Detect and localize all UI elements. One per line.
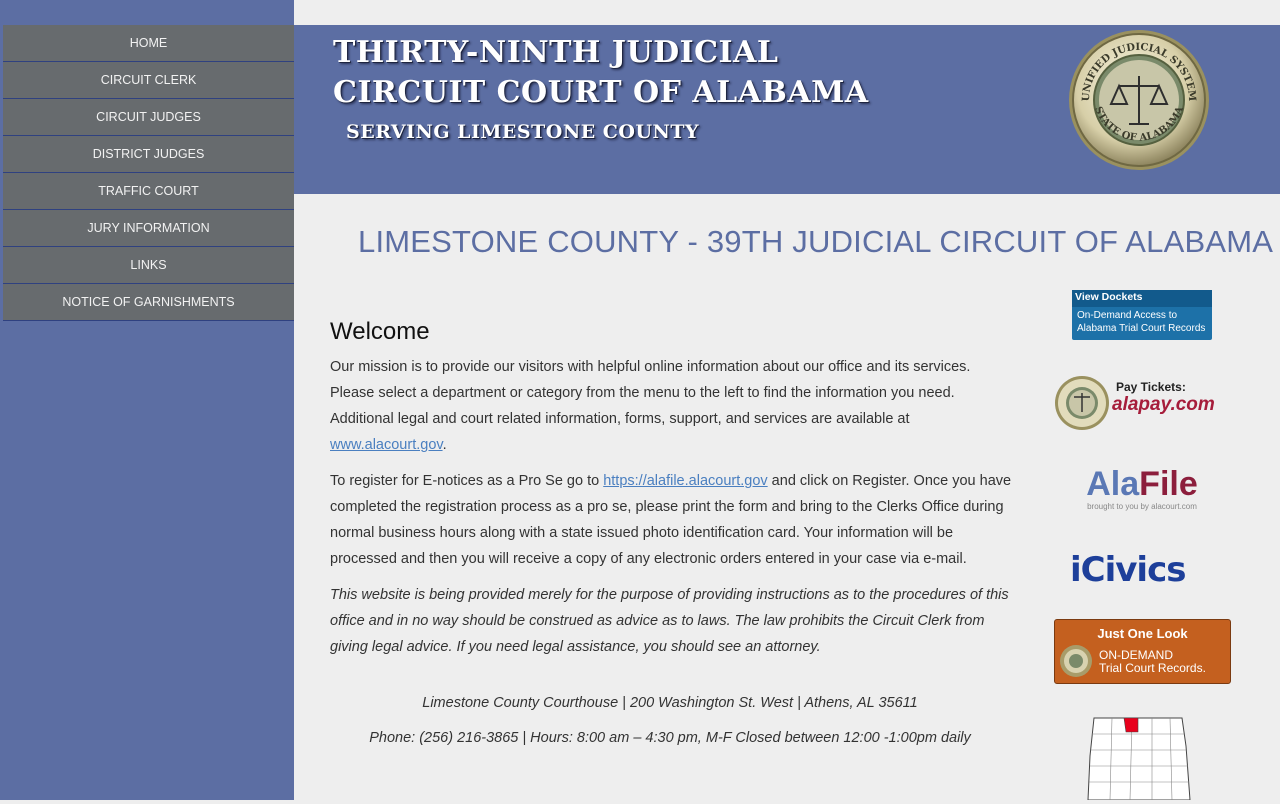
nav-label: HOME <box>129 36 168 50</box>
welcome-section: Welcome Our mission is to provide our vi… <box>330 318 1014 670</box>
register-text: To register for E-notices as a Pro Se go… <box>330 473 604 489</box>
welcome-heading: Welcome <box>330 318 430 345</box>
alafile-tagline: brought to you by alacourt.com <box>1087 502 1197 511</box>
alapay-seal-icon <box>1055 376 1109 430</box>
view-dockets-subtitle: On-Demand Access to Alabama Trial Court … <box>1077 310 1206 334</box>
just-one-look-title: Just One Look <box>1097 626 1188 641</box>
courthouse-address: Limestone County Courthouse | 200 Washin… <box>422 695 918 711</box>
just-one-look-seal-icon <box>1060 645 1092 677</box>
banner-subtitle: SERVING LIMESTONE COUNTY <box>346 121 700 143</box>
mission-text: Our mission is to provide our visitors w… <box>330 359 971 427</box>
nav-links[interactable]: LINKS <box>3 247 294 284</box>
view-dockets-title: View Dockets <box>1072 290 1212 307</box>
alabama-county-map-link[interactable] <box>1086 716 1196 801</box>
nav-label: DISTRICT JUDGES <box>92 147 205 161</box>
alafile-wordmark: AlaFile <box>1072 466 1212 502</box>
nav-label: CIRCUIT JUDGES <box>96 110 201 124</box>
banner-title-line1: THIRTY-NINTH JUDICIAL <box>333 35 779 70</box>
icivics-logo-link[interactable]: iCivics <box>1070 552 1214 588</box>
alafile-wordmark-file: File <box>1139 465 1198 503</box>
just-one-look-subtitle: ON-DEMAND Trial Court Records. <box>1099 649 1206 675</box>
nav-label: LINKS <box>130 258 167 272</box>
nav-district-judges[interactable]: DISTRICT JUDGES <box>3 136 294 173</box>
view-dockets-link[interactable]: View Dockets On-Demand Access to Alabama… <box>1072 290 1212 340</box>
nav-label: CIRCUIT CLERK <box>100 73 197 87</box>
main-nav: HOME CIRCUIT CLERK CIRCUIT JUDGES DISTRI… <box>3 25 294 321</box>
phone-hours: Phone: (256) 216-3865 | Hours: 8:00 am –… <box>369 730 971 746</box>
alapay-link[interactable]: Pay Tickets: alapay.com <box>1054 375 1230 431</box>
nav-circuit-clerk[interactable]: CIRCUIT CLERK <box>3 62 294 99</box>
alabama-map-icon <box>1087 717 1191 801</box>
nav-jury-information[interactable]: JURY INFORMATION <box>3 210 294 247</box>
nav-circuit-judges[interactable]: CIRCUIT JUDGES <box>3 99 294 136</box>
mission-text-end: . <box>442 437 447 453</box>
just-one-look-sub-line2: Trial Court Records. <box>1099 661 1206 675</box>
nav-traffic-court[interactable]: TRAFFIC COURT <box>3 173 294 210</box>
header-banner: THIRTY-NINTH JUDICIAL CIRCUIT COURT OF A… <box>294 25 1280 194</box>
alafile-wordmark-ala: Ala <box>1086 465 1140 503</box>
just-one-look-link[interactable]: Just One Look ON-DEMAND Trial Court Recor… <box>1054 619 1231 684</box>
register-paragraph: To register for E-notices as a Pro Se go… <box>330 468 1014 572</box>
banner-title-line2: CIRCUIT COURT OF ALABAMA <box>333 75 869 110</box>
icivics-wordmark: iCivics <box>1070 550 1186 590</box>
alapay-site-label: alapay.com <box>1112 394 1215 415</box>
pay-tickets-label: Pay Tickets: <box>1116 380 1186 394</box>
disclaimer-paragraph: This website is being provided merely fo… <box>330 587 1009 655</box>
nav-label: NOTICE OF GARNISHMENTS <box>62 295 235 309</box>
sidebar: HOME CIRCUIT CLERK CIRCUIT JUDGES DISTRI… <box>0 0 294 800</box>
nav-notice-of-garnishments[interactable]: NOTICE OF GARNISHMENTS <box>3 284 294 321</box>
alafile-link[interactable]: https://alafile.alacourt.gov <box>603 473 767 489</box>
unified-judicial-system-seal-logo: UNIFIED JUDICIAL SYSTEM STATE OF ALABAMA <box>1069 30 1209 170</box>
just-one-look-sub-line1: ON-DEMAND <box>1099 648 1173 662</box>
limestone-county-highlight <box>1123 717 1139 733</box>
nav-label: JURY INFORMATION <box>87 221 210 235</box>
alafile-logo-link[interactable]: AlaFile brought to you by alacourt.com <box>1072 466 1212 514</box>
nav-label: TRAFFIC COURT <box>98 184 199 198</box>
page-title: LIMESTONE COUNTY - 39TH JUDICIAL CIRCUIT… <box>358 224 1274 259</box>
nav-home[interactable]: HOME <box>3 25 294 62</box>
mission-paragraph: Our mission is to provide our visitors w… <box>330 354 1014 458</box>
alacourt-link[interactable]: www.alacourt.gov <box>330 437 443 453</box>
